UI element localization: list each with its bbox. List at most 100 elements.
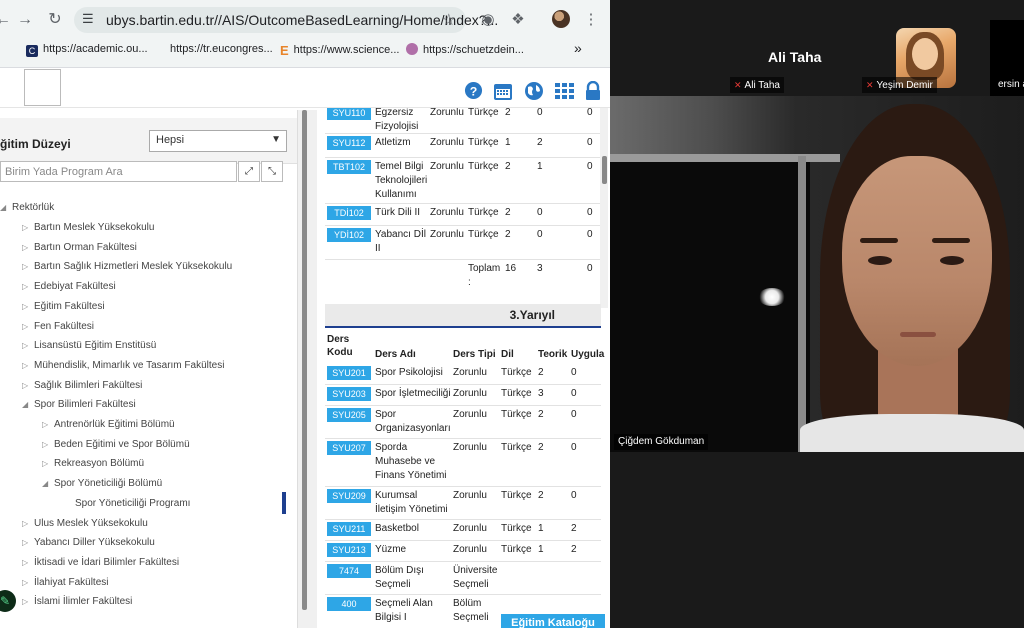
help-icon[interactable]: ? [463, 81, 483, 101]
caret-right-icon[interactable]: ▷ [22, 299, 34, 315]
course-row[interactable]: SYU112 Atletizm Zorunlu Türkçe 1 2 0 [325, 134, 601, 158]
course-row[interactable]: TBT102 Temel Bilgi Teknolojileri Kullanım… [325, 158, 601, 204]
course-code-badge[interactable]: 400 [327, 597, 371, 611]
course-code-badge[interactable]: SYU205 [327, 408, 371, 422]
lens-icon[interactable]: ◉ [477, 9, 499, 31]
tree-item[interactable]: ◢ Spor Bilimleri Fakültesi [22, 397, 136, 413]
profile-avatar[interactable] [552, 10, 570, 28]
table-scrollbar-thumb[interactable] [602, 156, 607, 184]
forward-arrow-icon[interactable]: → [14, 9, 36, 31]
globe-icon[interactable] [524, 81, 544, 101]
tree-item[interactable]: ▷ Ulus Meslek Yüksekokulu [22, 516, 148, 532]
caret-down-icon[interactable]: ◢ [22, 397, 34, 413]
caret-right-icon[interactable]: ▷ [22, 575, 34, 591]
tree-item[interactable]: Spor Yöneticiliği Programı [75, 495, 191, 512]
unit-search-input[interactable] [0, 161, 237, 182]
address-bar[interactable]: ☰ ubys.bartin.edu.tr//AIS/OutcomeBasedLe… [74, 7, 498, 33]
education-level-select[interactable]: Hepsi ▼ [149, 130, 287, 152]
bookmark-item[interactable]: Chttps://academic.ou... [26, 43, 148, 57]
caret-right-icon[interactable]: ▷ [22, 378, 34, 394]
course-code-badge[interactable]: SYU207 [327, 441, 371, 455]
caret-right-icon[interactable]: ▷ [22, 220, 34, 236]
course-code-badge[interactable]: SYU209 [327, 489, 371, 503]
caret-right-icon[interactable]: ▷ [22, 338, 34, 354]
course-code-badge[interactable]: SYU213 [327, 543, 371, 557]
more-bookmarks-chevron-icon[interactable]: » [574, 40, 582, 56]
back-arrow-icon[interactable]: ← [0, 9, 14, 31]
course-code-badge[interactable]: SYU211 [327, 522, 371, 536]
table-scrollbar-track[interactable] [600, 108, 608, 308]
caret-right-icon[interactable]: ▷ [22, 279, 34, 295]
tree-item[interactable]: ▷ Fen Fakültesi [22, 319, 94, 335]
tree-item[interactable]: ▷ İktisadi ve İdari Bilimler Fakültesi [22, 555, 179, 571]
caret-right-icon[interactable]: ▷ [22, 240, 34, 256]
bookmark-star-icon[interactable]: ☆ [442, 10, 456, 30]
tree-item[interactable]: ▷ Bartın Meslek Yüksekokulu [22, 220, 154, 236]
tree-item[interactable]: ◢ Spor Yöneticiliği Bölümü [42, 476, 162, 492]
course-code-badge[interactable]: SYU110 [327, 108, 371, 120]
caret-right-icon[interactable]: ▷ [22, 535, 34, 551]
course-row[interactable]: SYU211 Basketbol Zorunlu Türkçe 1 2 [325, 520, 601, 541]
course-row[interactable]: SYU203 Spor İşletmeciliği Zorunlu Türkçe 3 0 [325, 385, 601, 406]
tree-item[interactable]: ▷ Edebiyat Fakültesi [22, 279, 116, 295]
course-code-badge[interactable]: YDİ102 [327, 228, 371, 242]
browser-menu-icon[interactable]: ⋮ [580, 9, 602, 31]
tree-item[interactable]: ▷ İslami İlimler Fakültesi [22, 594, 132, 610]
course-row[interactable]: SYU209 Kurumsal İletişim Yönetimi Zorunlu T… [325, 487, 601, 520]
site-settings-icon[interactable]: ☰ [82, 11, 94, 27]
course-row[interactable]: TDİ102 Türk Dili II Zorunlu Türkçe 2 0 0 [325, 204, 601, 226]
course-code-badge[interactable]: 7474 [327, 564, 371, 578]
caret-right-icon[interactable]: ▷ [22, 516, 34, 532]
course-row[interactable]: YDİ102 Yabancı Dİl II Zorunlu Türkçe 2 0 0 [325, 226, 601, 260]
tree-item[interactable]: ▷ Antrenörlük Eğitimi Bölümü [42, 417, 175, 433]
course-code-badge[interactable]: SYU203 [327, 387, 371, 401]
course-lang: Türkçe [468, 229, 499, 240]
tree-item[interactable]: ▷ Eğitim Fakültesi [22, 299, 105, 315]
caret-down-icon[interactable]: ◢ [0, 200, 12, 216]
course-code-badge[interactable]: SYU201 [327, 366, 371, 380]
lock-icon[interactable] [583, 80, 603, 101]
tree-item[interactable]: ▷ Mühendislik, Mimarlık ve Tasarım Fakült… [22, 358, 224, 374]
extensions-icon[interactable]: ❖ [507, 9, 529, 31]
course-row[interactable]: SYU213 Yüzme Zorunlu Türkçe 1 2 [325, 541, 601, 562]
panel-splitter[interactable] [297, 110, 317, 628]
reload-icon[interactable]: ↻ [44, 9, 66, 31]
caret-down-icon[interactable]: ◢ [42, 476, 54, 492]
calendar-icon[interactable] [493, 81, 513, 101]
course-row[interactable]: 7474 Bölüm Dışı Seçmeli Üniversite Seçmeli [325, 562, 601, 595]
caret-right-icon[interactable]: ▷ [22, 594, 34, 610]
tree-item[interactable]: ▷ Lisansüstü Eğitim Enstitüsü [22, 338, 156, 354]
tree-item[interactable]: ▷ Yabancı Diller Yüksekokulu [22, 535, 155, 551]
course-row[interactable]: SYU201 Spor Psikolojisi Zorunlu Türkçe 2 0 [325, 364, 601, 385]
caret-right-icon[interactable]: ▷ [42, 417, 54, 433]
course-code-badge[interactable]: TBT102 [327, 160, 371, 174]
apps-grid-icon[interactable] [554, 81, 574, 101]
caret-right-icon[interactable]: ▷ [22, 555, 34, 571]
bookmark-item[interactable]: https://tr.eucongres... [170, 43, 273, 55]
tree-item[interactable]: ▷ Sağlık Bilimleri Fakültesi [22, 378, 142, 394]
caret-right-icon[interactable]: ▷ [22, 358, 34, 374]
course-code-badge[interactable]: SYU112 [327, 136, 371, 150]
course-code-badge[interactable]: TDİ102 [327, 206, 371, 220]
tree-item[interactable]: ▷ Bartın Sağlık Hizmetleri Meslek Yükseko… [22, 259, 232, 275]
course-type: Zorunlu [453, 409, 487, 420]
education-catalog-button[interactable]: Eğitim Kataloğu [501, 614, 605, 628]
tree-item[interactable]: ▷ Rekreasyon Bölümü [42, 456, 144, 472]
tree-item[interactable]: ◢ Rektörlük [0, 200, 54, 216]
bookmark-item[interactable]: https://schuetzdein... [406, 43, 524, 56]
tree-item[interactable]: ▷ Beden Eğitimi ve Spor Bölümü [42, 437, 190, 453]
expand-all-icon[interactable]: ⤢ [238, 161, 260, 182]
caret-right-icon[interactable]: ▷ [22, 319, 34, 335]
caret-right-icon[interactable]: ▷ [22, 259, 34, 275]
tree-item[interactable]: ▷ Bartın Orman Fakültesi [22, 240, 137, 256]
collapse-all-icon[interactable]: ⤡ [261, 161, 283, 182]
caret-right-icon[interactable]: ▷ [42, 437, 54, 453]
tree-item[interactable]: ▷ İlahiyat Fakültesi [22, 575, 108, 591]
tree-scrollbar[interactable] [302, 110, 307, 610]
caret-right-icon[interactable]: ▷ [42, 456, 54, 472]
bookmark-item[interactable]: Ehttps://www.science... [280, 43, 399, 58]
course-row[interactable]: SYU110 Egzersiz Fizyolojisi Zorunlu Türkçe 2… [325, 108, 601, 134]
main-speaker-video[interactable] [610, 96, 1024, 452]
course-row[interactable]: SYU207 Sporda Muhasebe ve Finans Yönetimi… [325, 439, 601, 487]
course-row[interactable]: SYU205 Spor Organizasyonları Zorunlu Türkçe… [325, 406, 601, 439]
